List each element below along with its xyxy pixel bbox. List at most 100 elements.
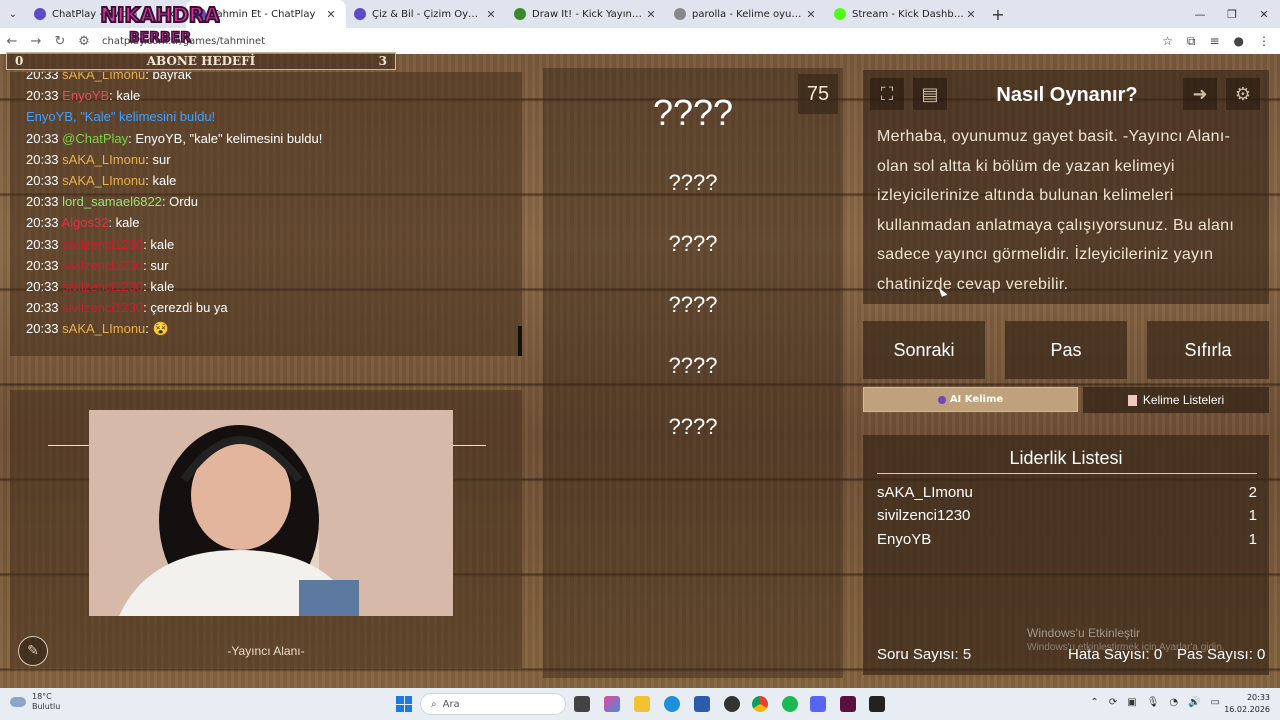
url-field[interactable]: chatplay.com.tr/games/tahminet [102, 36, 1162, 47]
extensions-icon[interactable]: ⧉ [1187, 34, 1196, 49]
steam-icon[interactable] [724, 696, 740, 712]
store-icon[interactable] [694, 696, 710, 712]
leaderboard-score: 2 [1248, 484, 1257, 501]
copilot-icon[interactable] [604, 696, 620, 712]
task-view-icon[interactable] [574, 696, 590, 712]
hidden-word: ???? [668, 414, 718, 439]
ai-word-label: AI Kelime [949, 394, 1004, 405]
microphone-icon[interactable]: 🎙 [1147, 697, 1160, 708]
maximize-icon[interactable]: ❐ [1216, 0, 1248, 28]
leaderboard-score: 1 [1248, 531, 1257, 548]
obs-icon[interactable] [840, 696, 856, 712]
document-icon[interactable]: ▤ [913, 78, 947, 110]
tab-title: Tahmin Et - ChatPlay [212, 8, 316, 20]
tray-sync-icon[interactable]: ⟳ [1109, 697, 1117, 708]
error-count: Hata Sayısı: 0 [1068, 646, 1163, 663]
leaderboard-title: Liderlik Listesi [1009, 448, 1123, 468]
weather-widget[interactable]: 18°C Bulutlu [10, 692, 60, 712]
fullscreen-icon[interactable]: ⛶ [870, 78, 904, 110]
forward-icon[interactable]: → [24, 34, 48, 49]
bookmark-star-icon[interactable]: ☆ [1162, 34, 1173, 49]
browser-tab[interactable]: Stream - Kick Dashboard ✕ [826, 0, 986, 28]
tray-app-icon[interactable]: ▣ [1127, 697, 1136, 708]
notepad-icon [1127, 394, 1137, 406]
pass-count: Pas Sayısı: 0 [1177, 646, 1266, 663]
browser-tab[interactable]: Çiz & Bil - Çizim Oyunu ✕ [346, 0, 506, 28]
chat-time: 20:33 [26, 236, 59, 252]
pass-button[interactable]: Pas [1005, 321, 1127, 379]
back-icon[interactable]: ← [0, 34, 24, 49]
word-lists-button[interactable]: Kelime Listeleri [1083, 387, 1269, 413]
tab-close-icon[interactable]: ✕ [484, 8, 498, 21]
chat-text: : kale [143, 278, 175, 294]
clock-time: 20:33 [1246, 693, 1270, 702]
tray-chevron-icon[interactable]: ⌃ [1090, 697, 1098, 708]
volume-icon[interactable]: 🔊 [1188, 697, 1200, 708]
chat-username: EnyoYB [62, 88, 110, 104]
chat-message: 20:33 sivilzenci1230: kale [26, 276, 522, 297]
search-placeholder: Ara [442, 698, 460, 710]
spotify-icon[interactable] [782, 696, 798, 712]
settings-gear-icon[interactable]: ⚙ [1226, 78, 1260, 110]
browser-tab[interactable]: parolla - Kelime oyunu. Günlük✕ [666, 0, 826, 28]
chat-time: 20:33 [26, 130, 59, 146]
chat-username: @ChatPlay [62, 130, 129, 146]
next-button[interactable]: Sonraki [863, 321, 985, 379]
minimize-icon[interactable]: — [1184, 0, 1216, 28]
tab-close-icon[interactable]: ✕ [804, 8, 818, 21]
tab-close-icon[interactable]: ✕ [644, 8, 658, 21]
network-icon[interactable]: ◔ [1169, 697, 1178, 708]
question-count: Soru Sayısı: 5 [877, 646, 972, 663]
windows-start-icon[interactable] [396, 696, 412, 712]
svg-text:NIKAHDRA: NIKAHDRA [100, 3, 220, 27]
taskbar-search[interactable]: ⌕ Ara [420, 693, 566, 715]
chat-text: : sur [145, 151, 171, 167]
leaderboard-score: 1 [1248, 507, 1257, 524]
tab-title: Stream - Kick Dashboard [852, 8, 964, 20]
svg-text:BERBER: BERBER [129, 30, 191, 46]
chat-time: 20:33 [26, 215, 59, 231]
chat-text: : kale [145, 172, 177, 188]
reload-icon[interactable]: ↻ [48, 34, 72, 49]
chat-time: 20:33 [26, 194, 59, 210]
tab-favicon-icon [514, 8, 526, 20]
chat-message: 20:33 sivilzenci1230: kale [26, 234, 522, 255]
tab-close-icon[interactable]: ✕ [324, 8, 338, 21]
logout-icon[interactable]: ➜ [1183, 78, 1217, 110]
divider-line-right [452, 445, 486, 446]
chat-message: 20:33 sivilzenci1230: çerezdi bu ya [26, 297, 522, 318]
streamer-area-label: -Yayıncı Alanı- [227, 644, 305, 658]
file-explorer-icon[interactable] [634, 696, 650, 712]
weather-temp: 18°C [32, 692, 52, 701]
reset-button[interactable]: Sıfırla [1147, 321, 1269, 379]
chat-text: : kale [108, 215, 140, 231]
close-window-icon[interactable]: ✕ [1248, 0, 1280, 28]
clock-date: 16.02.2026 [1224, 705, 1270, 714]
new-tab-button[interactable]: + [986, 5, 1010, 24]
chat-username: sAKA_LImonu [62, 172, 146, 188]
tab-close-icon[interactable]: ✕ [964, 8, 978, 21]
chat-username: EnyoYB, "Kale" kelimesini buldu! [26, 109, 216, 125]
tab-search-chevron-icon[interactable]: ⌄ [0, 0, 26, 28]
chrome-icon[interactable] [752, 696, 768, 712]
word-lists-label: Kelime Listeleri [1142, 393, 1225, 407]
chat-username: sivilzenci1230 [62, 257, 144, 273]
edge-icon[interactable] [664, 696, 680, 712]
chat-username: Algos32 [61, 215, 109, 231]
media-controls-icon[interactable]: ≡ [1209, 34, 1219, 49]
leaderboard-divider [877, 473, 1257, 474]
browser-tab[interactable]: Draw It! - Kick Yayınları İçin Çizim✕ [506, 0, 666, 28]
taskbar-clock[interactable]: 20:33 16.02.2026 [1224, 692, 1270, 716]
chat-panel[interactable]: 20:33 sAKA_LImonu: bayrak 20:33 EnyoYB : k… [10, 72, 522, 356]
browser-menu-icon[interactable]: ⋮ [1258, 34, 1270, 49]
hidden-word: ???? [668, 231, 718, 256]
chat-scrollbar[interactable] [518, 326, 522, 356]
discord-icon[interactable] [810, 696, 826, 712]
profile-avatar-icon[interactable]: ● [1234, 34, 1244, 49]
site-info-icon[interactable]: ⚙ [72, 34, 96, 49]
app-icon[interactable] [869, 696, 885, 712]
ai-word-button[interactable]: AI Kelime [863, 387, 1078, 412]
battery-icon[interactable]: ▭ [1211, 697, 1220, 708]
chat-message: 20:33 sAKA_LImonu: bayrak [26, 72, 522, 85]
divider-line-left [48, 445, 90, 446]
